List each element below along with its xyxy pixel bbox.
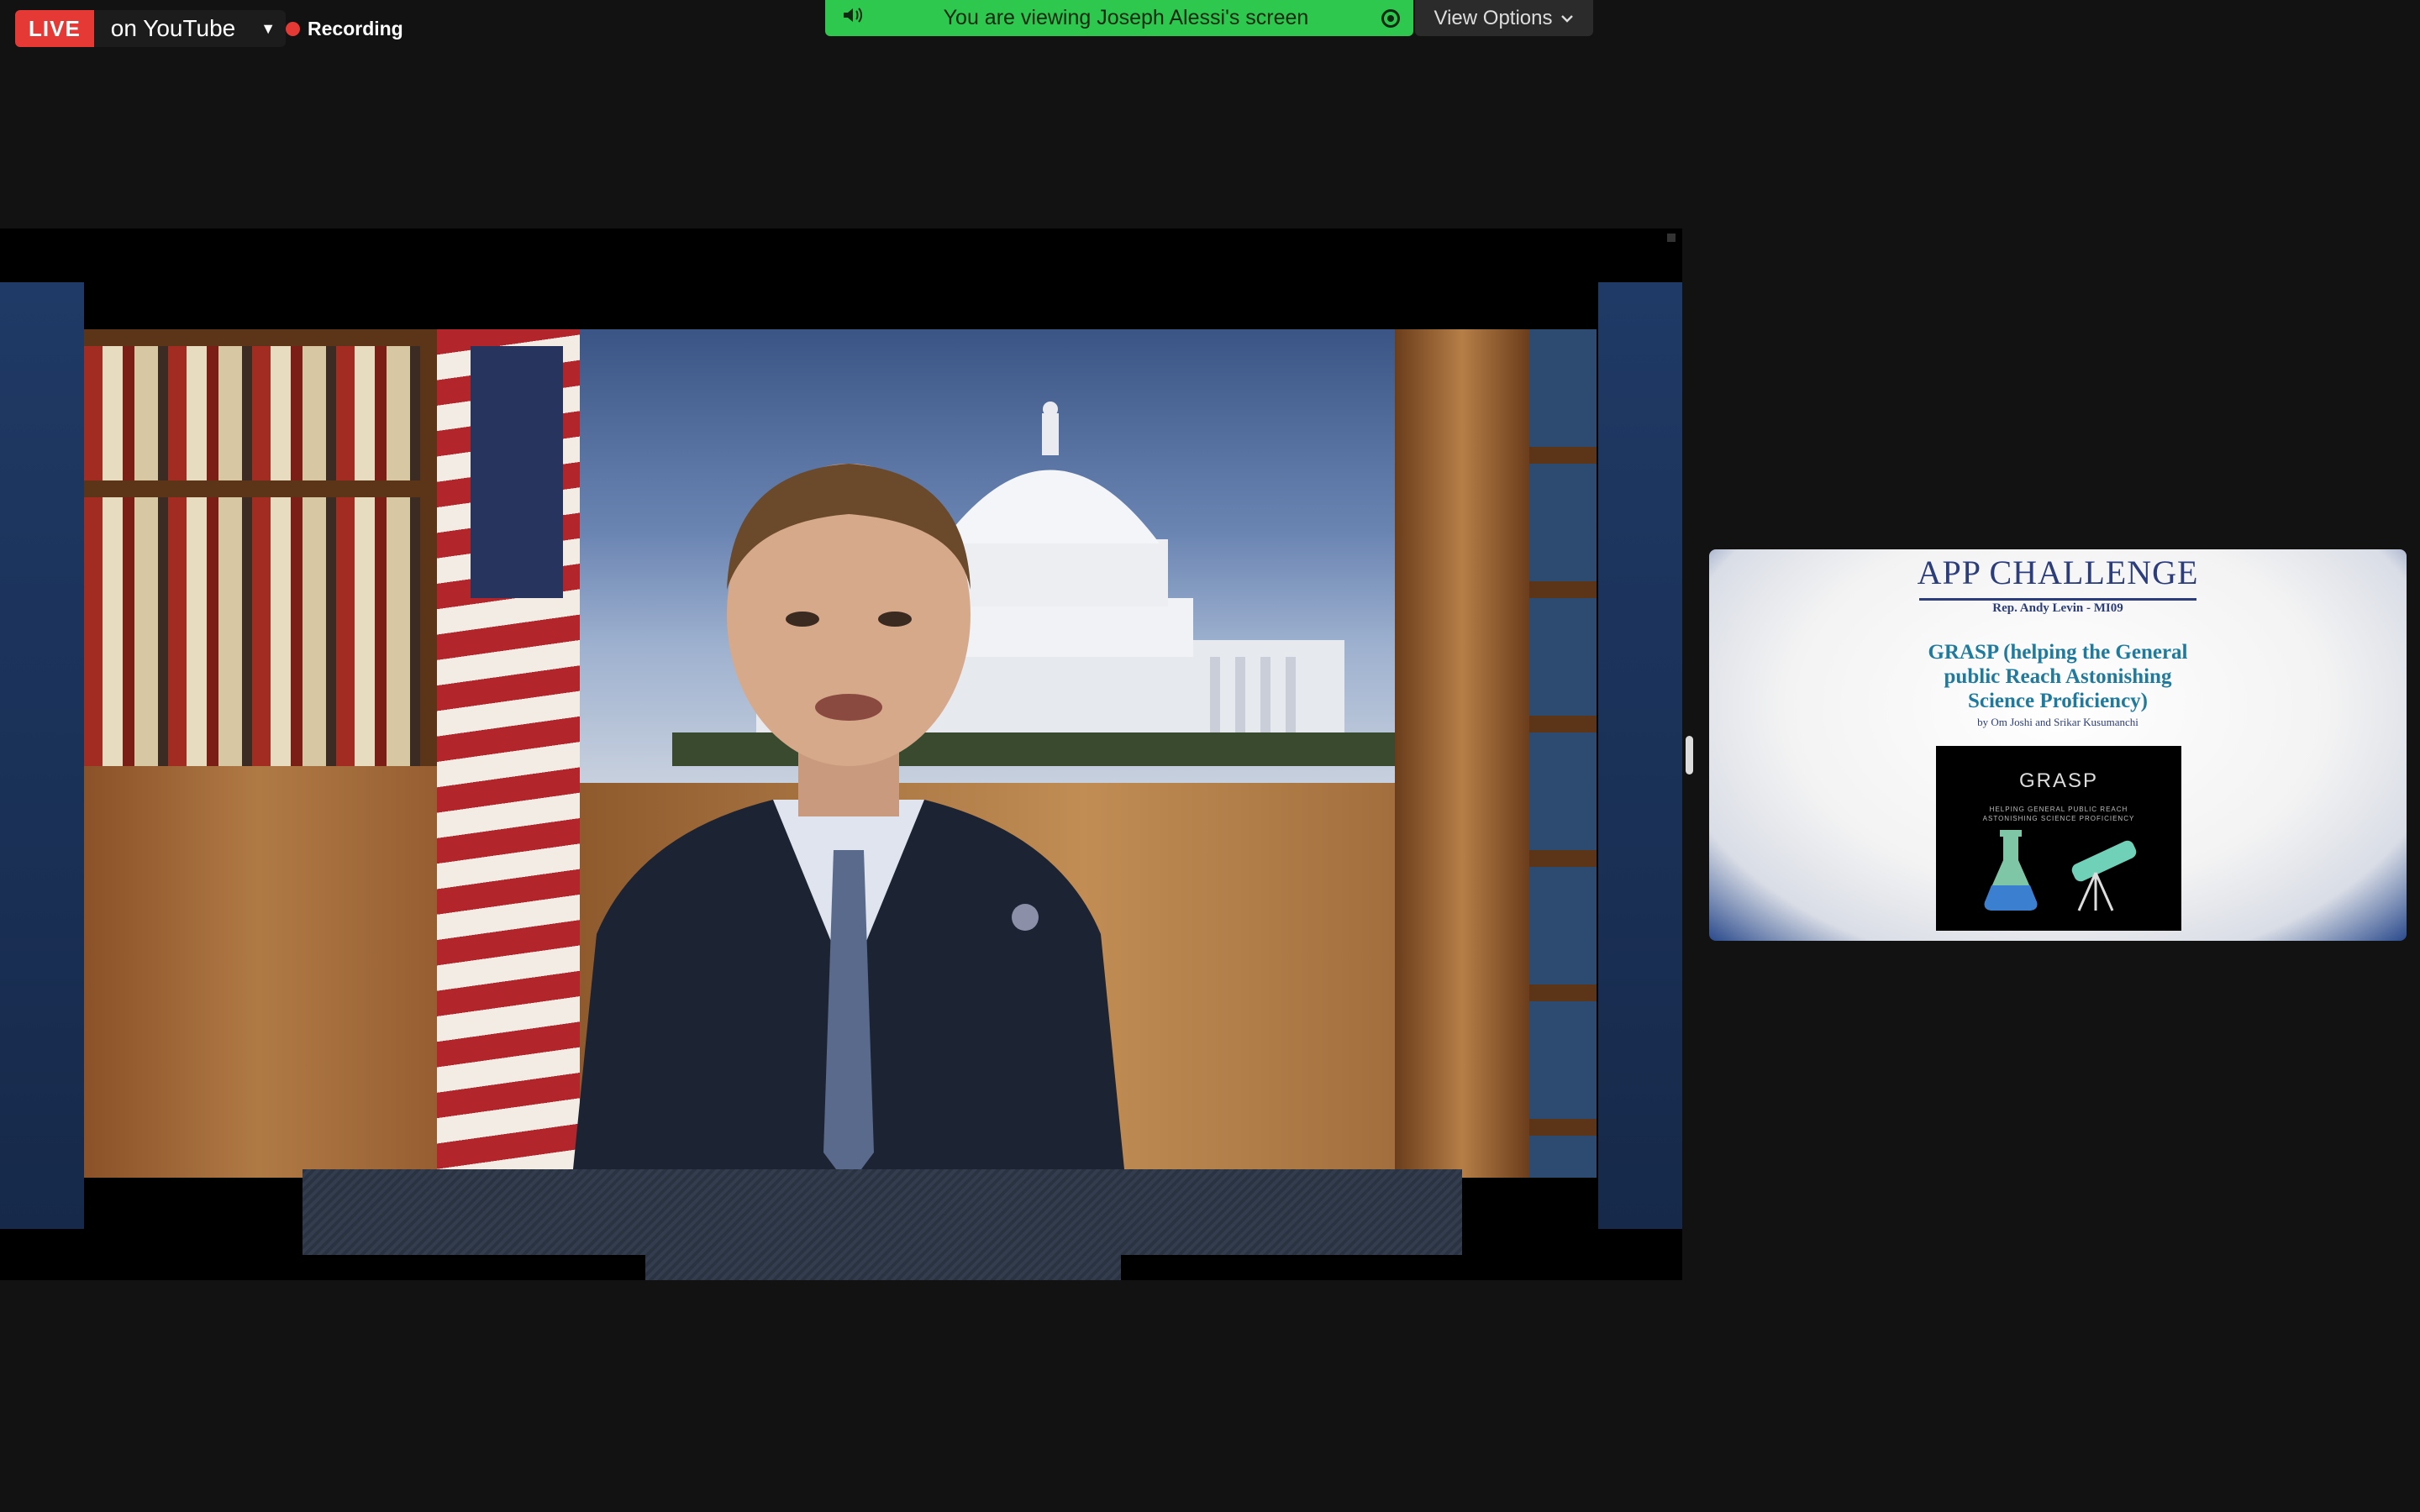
caret-down-icon[interactable]: ▼ xyxy=(260,20,276,38)
speaker-person xyxy=(572,464,1125,1178)
split-view-resize-handle[interactable] xyxy=(1686,736,1693,774)
slide-heading-line: public Reach Astonishing xyxy=(1944,665,2172,688)
video-corner-marker xyxy=(1667,234,1676,242)
live-badge: LIVE xyxy=(15,10,94,47)
wood-column xyxy=(1395,329,1529,1178)
screen-share-banner: You are viewing Joseph Alessi's screen xyxy=(825,0,1413,36)
record-icon xyxy=(1381,8,1400,28)
slide-byline: by Om Joshi and Srikar Kusumanchi xyxy=(1977,716,2139,728)
app-challenge-logo: APP CHALLENGE xyxy=(1917,554,2199,591)
lower-bar-cutout-left xyxy=(0,1255,645,1280)
video-left-border xyxy=(0,282,84,1229)
recording-dot-icon xyxy=(286,21,300,36)
video-right-border xyxy=(1598,282,1682,1229)
live-destination-dropdown[interactable]: on YouTube ▼ xyxy=(93,10,287,47)
grasp-app-name: GRASP xyxy=(2018,769,2099,792)
speaker-video-frame xyxy=(84,329,1597,1178)
live-stream-control[interactable]: LIVE on YouTube ▼ xyxy=(15,10,287,47)
grasp-subtitle-line: ASTONISHING SCIENCE PROFICIENCY xyxy=(1982,815,2135,822)
grasp-app-logo: GRASP HELPING GENERAL PUBLIC REACH ASTON… xyxy=(1936,746,2181,931)
live-destination-label: on YouTube xyxy=(110,15,236,41)
bookshelf-right xyxy=(1529,329,1597,1178)
screen-share-text: You are viewing Joseph Alessi's screen xyxy=(943,6,1309,29)
shared-slide-thumbnail[interactable]: APP CHALLENGE Rep. Andy Levin - MI09 GRA… xyxy=(1709,549,2407,941)
slide-heading-line: Science Proficiency) xyxy=(1967,690,2149,712)
flask-telescope-icon xyxy=(1984,830,2137,911)
grasp-app-subtitle: HELPING GENERAL PUBLIC REACH ASTONISHING… xyxy=(1936,805,2181,823)
slide-heading: GRASP (helping the General public Reach … xyxy=(1709,640,2407,713)
view-options-label: View Options xyxy=(1434,6,1553,29)
recording-indicator: Recording xyxy=(286,17,403,40)
bookshelf-left xyxy=(84,329,437,766)
logo-underline xyxy=(1919,598,2196,601)
slide-heading-line: GRASP (helping the General xyxy=(1928,641,2188,664)
recording-label: Recording xyxy=(308,17,403,39)
rep-line: Rep. Andy Levin - MI09 xyxy=(1992,601,2123,615)
shared-screen-video[interactable] xyxy=(0,228,1682,1280)
view-options-button[interactable]: View Options xyxy=(1415,0,1593,36)
lower-bar-cutout-right xyxy=(1121,1255,1682,1280)
speaker-icon[interactable] xyxy=(842,6,871,30)
chevron-down-icon xyxy=(1561,14,1574,23)
grasp-subtitle-line: HELPING GENERAL PUBLIC REACH xyxy=(1989,806,2128,813)
